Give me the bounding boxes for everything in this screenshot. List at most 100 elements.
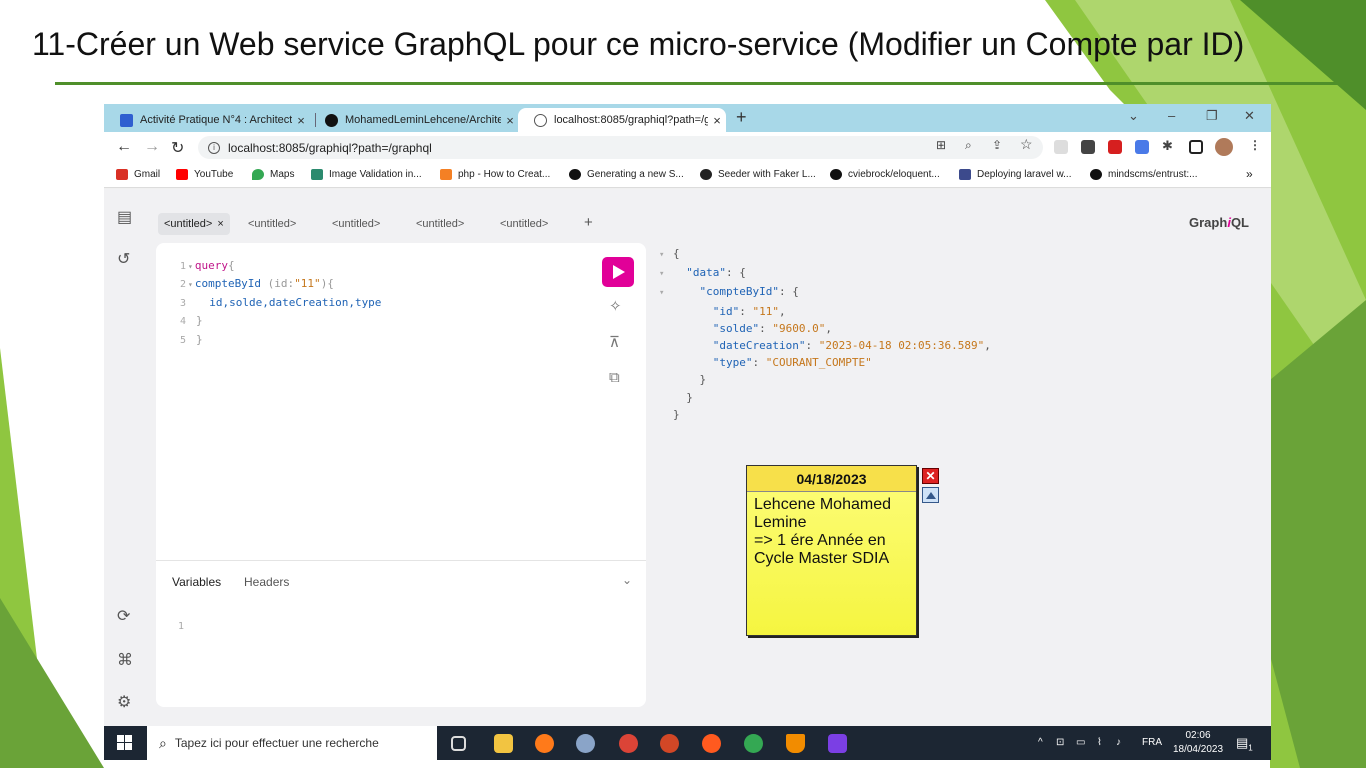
close-icon[interactable]: × [217, 218, 223, 230]
file-explorer-icon[interactable] [494, 734, 513, 753]
vlc-icon[interactable] [786, 734, 805, 753]
battery-icon[interactable]: ▭ [1076, 737, 1085, 748]
tab-headers[interactable]: Headers [244, 575, 289, 589]
tab-untitled-5[interactable]: <untitled> [494, 213, 554, 235]
taskbar-search-input[interactable]: ⌕ Tapez ici pour effectuer une recherche [147, 726, 437, 760]
copy-icon[interactable]: ⧉ [609, 369, 620, 386]
bookmark-star-icon[interactable]: ☆ [1020, 136, 1033, 153]
slide: 11-Créer un Web service GraphQL pour ce … [0, 0, 1366, 768]
add-tab-button[interactable]: + [584, 214, 593, 231]
bookmark-label: Maps [270, 169, 295, 180]
merge-fragments-icon[interactable]: ⊼ [609, 333, 620, 351]
green-decoration-left [0, 348, 104, 768]
tab-github[interactable]: MohamedLeminLehcene/Archite × [309, 108, 519, 132]
translate-icon[interactable]: ⊞ [936, 138, 946, 152]
bookmark-label: mindscms/entrust:... [1108, 169, 1198, 180]
share-icon[interactable]: ⇪ [992, 138, 1002, 152]
windows-start-icon[interactable] [117, 735, 132, 750]
more-bookmarks-button[interactable]: » [1246, 167, 1253, 181]
language-indicator[interactable]: FRA [1142, 737, 1162, 748]
close-icon[interactable]: × [501, 113, 519, 128]
postman-icon[interactable] [702, 734, 721, 753]
task-view-icon[interactable] [451, 736, 466, 751]
camera-extension-icon[interactable] [1081, 140, 1095, 154]
bookmark-seeder[interactable]: Seeder with Faker L... [700, 169, 816, 180]
avatar[interactable] [1215, 138, 1233, 156]
tab-untitled-4[interactable]: <untitled> [410, 213, 470, 235]
minimize-icon[interactable]: – [1168, 108, 1175, 123]
tab-untitled-3[interactable]: <untitled> [326, 213, 386, 235]
close-icon[interactable]: × [292, 113, 310, 128]
execute-query-button[interactable] [602, 257, 634, 287]
window-close-icon[interactable]: ✕ [1244, 108, 1255, 124]
variables-panel: Variables Headers ⌄ 1 [156, 560, 646, 707]
history-icon[interactable]: ↺ [117, 249, 130, 269]
wifi-icon[interactable]: ⌇ [1097, 737, 1102, 748]
bookmark-php[interactable]: php - How to Creat... [440, 169, 550, 180]
menu-icon[interactable]: ⋮ [1249, 138, 1261, 152]
chevron-down-icon[interactable]: ⌄ [622, 573, 632, 587]
tab-graphiql[interactable]: localhost:8085/graphiql?path=/g × [518, 108, 726, 132]
paint-icon[interactable] [576, 734, 595, 753]
bookmark-cviebrock[interactable]: cviebrock/eloquent... [830, 169, 940, 180]
notification-icon[interactable]: ▤1 [1236, 735, 1253, 753]
chrome-profile-icon[interactable] [744, 734, 763, 753]
graphiql-app: ▤ ↺ ⟳ ⌘ ⚙ <untitled> × <untitled> <untitl… [104, 189, 1271, 726]
bookmark-label: cviebrock/eloquent... [848, 169, 940, 180]
new-tab-button[interactable]: + [736, 107, 747, 128]
query-code: 1 ▾ query{ 2 ▾ compteById (id:"11"){ 3 id,so… [166, 257, 381, 349]
intellij-icon[interactable] [828, 734, 847, 753]
shortcuts-icon[interactable]: ⌘ [117, 650, 133, 670]
address-bar[interactable]: i localhost:8085/graphiql?path=/graphql [198, 136, 1043, 159]
github-icon [569, 169, 581, 180]
powerpoint-icon[interactable] [660, 734, 679, 753]
tab-activite[interactable]: Activité Pratique N°4 : Architectu × [104, 108, 310, 132]
query-editor[interactable]: 1 ▾ query{ 2 ▾ compteById (id:"11"){ 3 id,so… [156, 243, 646, 560]
code-line: 5} [179, 332, 203, 346]
result-date-creation: "2023-04-18 02:05:36.589" [818, 339, 985, 353]
bookmark-mindscms[interactable]: mindscms/entrust:... [1090, 169, 1197, 180]
bookmark-deploying[interactable]: Deploying laravel w... [959, 169, 1072, 180]
reload-icon[interactable]: ↻ [171, 138, 184, 158]
tab-search-icon[interactable]: ⌄ [1128, 108, 1139, 124]
restore-icon[interactable]: ❐ [1206, 108, 1218, 124]
github-icon [830, 169, 842, 180]
chevron-up-icon[interactable]: ^ [1038, 737, 1043, 748]
bookmark-label: Deploying laravel w... [977, 169, 1072, 180]
title-underline [55, 82, 1343, 85]
firefox-icon[interactable] [535, 734, 554, 753]
puzzle-icon[interactable]: ✱ [1162, 138, 1173, 154]
bookmark-generating[interactable]: Generating a new S... [569, 169, 684, 180]
network-icon[interactable]: ⊡ [1056, 737, 1064, 748]
back-icon[interactable]: ← [116, 138, 132, 156]
bookmark-image-validation[interactable]: Image Validation in... [311, 169, 422, 180]
sticky-note[interactable]: 04/18/2023 Lehcene Mohamed Lemine => 1 é… [746, 465, 917, 636]
info-icon[interactable]: i [208, 141, 220, 154]
youtube-icon [176, 169, 188, 180]
close-icon[interactable]: × [708, 113, 726, 128]
volume-icon[interactable]: ♪ [1116, 737, 1121, 748]
tab-untitled-2[interactable]: <untitled> [242, 213, 302, 235]
settings-gear-icon[interactable]: ⚙ [117, 692, 131, 712]
sticky-minimize-button[interactable] [922, 487, 939, 503]
zoom-icon[interactable]: ⌕ [965, 138, 972, 153]
taskbar-clock[interactable]: 02:06 18/04/2023 [1172, 729, 1224, 757]
search-icon: ⌕ [159, 734, 167, 751]
bookmark-label: YouTube [194, 169, 234, 180]
json-extension-icon[interactable] [1054, 140, 1068, 154]
bookmark-youtube[interactable]: YouTube [176, 169, 233, 180]
translate-extension-icon[interactable] [1135, 140, 1149, 154]
sticky-close-button[interactable]: ✕ [922, 468, 939, 484]
bookmark-gmail[interactable]: Gmail [116, 169, 160, 180]
sidepanel-icon[interactable] [1189, 140, 1203, 154]
tab-untitled-1[interactable]: <untitled> × [158, 213, 230, 235]
tab-label: Activité Pratique N°4 : Architectu [140, 114, 292, 126]
bookmark-maps[interactable]: Maps [252, 169, 294, 180]
pdf-extension-icon[interactable] [1108, 140, 1122, 154]
forward-icon[interactable]: → [144, 138, 160, 156]
refetch-schema-icon[interactable]: ⟳ [117, 606, 130, 626]
prettify-icon[interactable]: ✧ [609, 297, 622, 315]
chrome-icon[interactable] [619, 734, 638, 753]
tab-variables[interactable]: Variables [172, 575, 221, 589]
docs-icon[interactable]: ▤ [117, 207, 132, 227]
